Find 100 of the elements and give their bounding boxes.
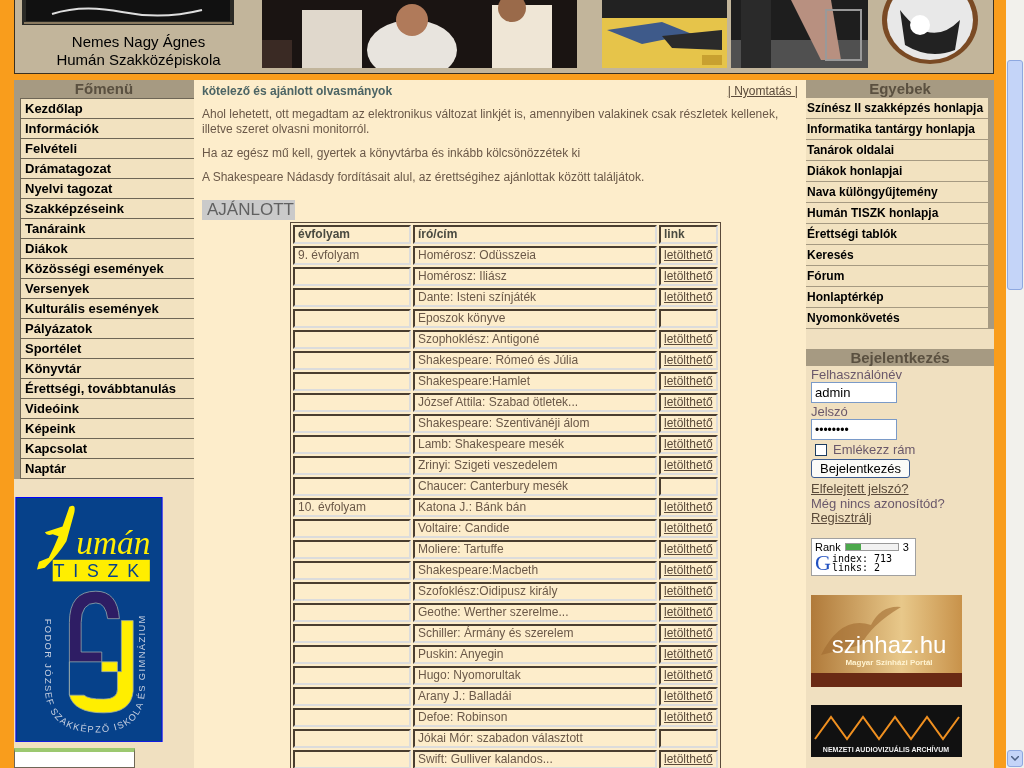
links-title: Egyebek <box>806 80 994 98</box>
download-link[interactable]: letölthető <box>664 248 713 262</box>
paragraph: A Shakespeare Nádasdy fordításait alul, az érettségihez ajánlottak között találjátok. <box>202 170 646 185</box>
menu-item[interactable]: Kezdőlap <box>20 98 194 119</box>
table-cell: Voltaire: Candide <box>413 519 657 538</box>
download-link[interactable]: letölthető <box>664 542 713 556</box>
menu-item[interactable]: Érettségi, továbbtanulás <box>20 378 194 399</box>
menu-item[interactable]: Drámatagozat <box>20 158 194 179</box>
download-link[interactable]: letölthető <box>664 290 713 304</box>
login-title: Bejelentkezés <box>806 349 994 366</box>
sidebar-link[interactable]: Nava különgyűjtemény <box>806 182 988 203</box>
paragraph: Ahol lehetett, ott megadtam az elektronikus változat linkjét is, amennyiben valakinek csak részletek kellenek, illetve szeret olvasni monitorról. <box>202 107 780 137</box>
table-cell: Eposzok könyve <box>413 309 657 328</box>
rank-label: Rank <box>815 541 841 553</box>
table-cell: Homérosz: Iliász <box>413 267 657 286</box>
table-cell: Katona J.: Bánk bán <box>413 498 657 517</box>
table-cell: Szofoklész:Oidipusz király <box>413 582 657 601</box>
table-cell: Puskin: Anyegin <box>413 645 657 664</box>
sidebar-link[interactable]: Humán TISZK honlapja <box>806 203 988 224</box>
menu-item[interactable]: Pályázatok <box>20 318 194 339</box>
table-cell <box>659 477 718 496</box>
menu-item[interactable]: Közösségi események <box>20 258 194 279</box>
sidebar-link[interactable]: Keresés <box>806 245 988 266</box>
download-link[interactable]: letölthető <box>664 353 713 367</box>
page-title: kötelező és ajánlott olvasmányok <box>202 84 393 98</box>
menu-item[interactable]: Információk <box>20 118 194 139</box>
sidebar-link[interactable]: Fórum <box>806 266 988 287</box>
sidebar-link[interactable]: Informatika tantárgy honlapja <box>806 119 988 140</box>
menu-item[interactable]: Naptár <box>20 458 194 479</box>
links-count: links: 2 <box>831 563 881 572</box>
download-link[interactable]: letölthető <box>664 521 713 535</box>
table-cell: Shakespeare:Macbeth <box>413 561 657 580</box>
menu-item[interactable]: Nyelvi tagozat <box>20 178 194 199</box>
table-cell <box>659 309 718 328</box>
download-link[interactable]: letölthető <box>664 563 713 577</box>
password-field[interactable]: •••••••• <box>811 419 897 440</box>
sidebar-link[interactable]: Diákok honlapjai <box>806 161 988 182</box>
download-link[interactable]: letölthető <box>664 500 713 514</box>
download-link[interactable]: letölthető <box>664 458 713 472</box>
menu-item[interactable]: Kulturális események <box>20 298 194 319</box>
download-link[interactable]: letölthető <box>664 437 713 451</box>
logo-word: umán <box>76 523 151 561</box>
download-link[interactable]: letölthető <box>664 584 713 598</box>
login-button[interactable]: Bejelentkezés <box>811 459 910 478</box>
rank-value: 3 <box>902 541 909 553</box>
download-link[interactable]: letölthető <box>664 395 713 409</box>
table-cell: József Attila: Szabad ötletek... <box>413 393 657 412</box>
table-cell: 9. évfolyam <box>293 246 411 265</box>
menu-item[interactable]: Képeink <box>20 418 194 439</box>
menu-item[interactable]: Felvételi <box>20 138 194 159</box>
table-cell: Moliere: Tartuffe <box>413 540 657 559</box>
banner-subtitle: Magyar Színházi Portál <box>845 658 933 667</box>
table-cell: Shakespeare: Rómeó és Júlia <box>413 351 657 370</box>
sidebar-link[interactable]: Tanárok oldalai <box>806 140 988 161</box>
sidebar-link[interactable]: Színész II szakképzés honlapja <box>806 98 988 119</box>
download-link[interactable]: letölthető <box>664 332 713 346</box>
remember-checkbox[interactable] <box>815 443 827 456</box>
sidebar-link[interactable]: Honlaptérkép <box>806 287 988 308</box>
menu-title: Főmenü <box>14 80 194 98</box>
table-cell: Arany J.: Balladái <box>413 687 657 706</box>
table-cell: Zrinyi: Szigeti veszedelem <box>413 456 657 475</box>
table-cell: Dante: Isteni színjáték <box>413 288 657 307</box>
menu-item[interactable]: Könyvtár <box>20 358 194 379</box>
table-cell: Schiller: Ármány és szerelem <box>413 624 657 643</box>
scroll-down-button[interactable] <box>1007 750 1023 767</box>
scrollbar-thumb[interactable] <box>1007 60 1023 290</box>
table-cell <box>659 729 718 748</box>
paragraph: Ha az egész mű kell, gyertek a könyvtárba és inkább kölcsönözzétek ki <box>202 146 582 161</box>
print-link[interactable]: | Nyomtatás | <box>727 84 798 98</box>
download-link[interactable]: letölthető <box>664 752 713 766</box>
table-cell: Swift: Gulliver kalandos... <box>413 750 657 768</box>
menu-item[interactable]: Szakképzéseink <box>20 198 194 219</box>
download-link[interactable]: letölthető <box>664 269 713 283</box>
menu-item[interactable]: Videóink <box>20 398 194 419</box>
section-heading: AJÁNLOTT <box>202 200 295 220</box>
download-link[interactable]: letölthető <box>664 668 713 682</box>
table-cell: Szophoklész: Antigoné <box>413 330 657 349</box>
school-name: Nemes Nagy Ágnes Humán Szakközépiskola <box>56 33 221 69</box>
table-cell: Shakespeare: Szentivánéji álom <box>413 414 657 433</box>
register-link[interactable]: Regisztrálj <box>811 511 994 525</box>
download-link[interactable]: letölthető <box>664 374 713 388</box>
download-link[interactable]: letölthető <box>664 689 713 703</box>
menu-item[interactable]: Diákok <box>20 238 194 259</box>
username-field[interactable]: admin <box>811 382 897 403</box>
download-link[interactable]: letölthető <box>664 626 713 640</box>
column-header: link <box>659 225 718 244</box>
menu-item[interactable]: Sportélet <box>20 338 194 359</box>
forgot-password-link[interactable]: Elfelejtett jelszó? <box>811 482 994 496</box>
menu-item[interactable]: Versenyek <box>20 278 194 299</box>
download-link[interactable]: letölthető <box>664 710 713 724</box>
column-header: évfolyam <box>293 225 411 244</box>
download-link[interactable]: letölthető <box>664 647 713 661</box>
sidebar-link[interactable]: Érettségi tablók <box>806 224 988 245</box>
menu-item[interactable]: Tanáraink <box>20 218 194 239</box>
menu-item[interactable]: Kapcsolat <box>20 438 194 459</box>
table-cell: Hugo: Nyomorultak <box>413 666 657 685</box>
table-cell: Lamb: Shakespeare mesék <box>413 435 657 454</box>
download-link[interactable]: letölthető <box>664 605 713 619</box>
sidebar-link[interactable]: Nyomonkövetés <box>806 308 988 329</box>
download-link[interactable]: letölthető <box>664 416 713 430</box>
